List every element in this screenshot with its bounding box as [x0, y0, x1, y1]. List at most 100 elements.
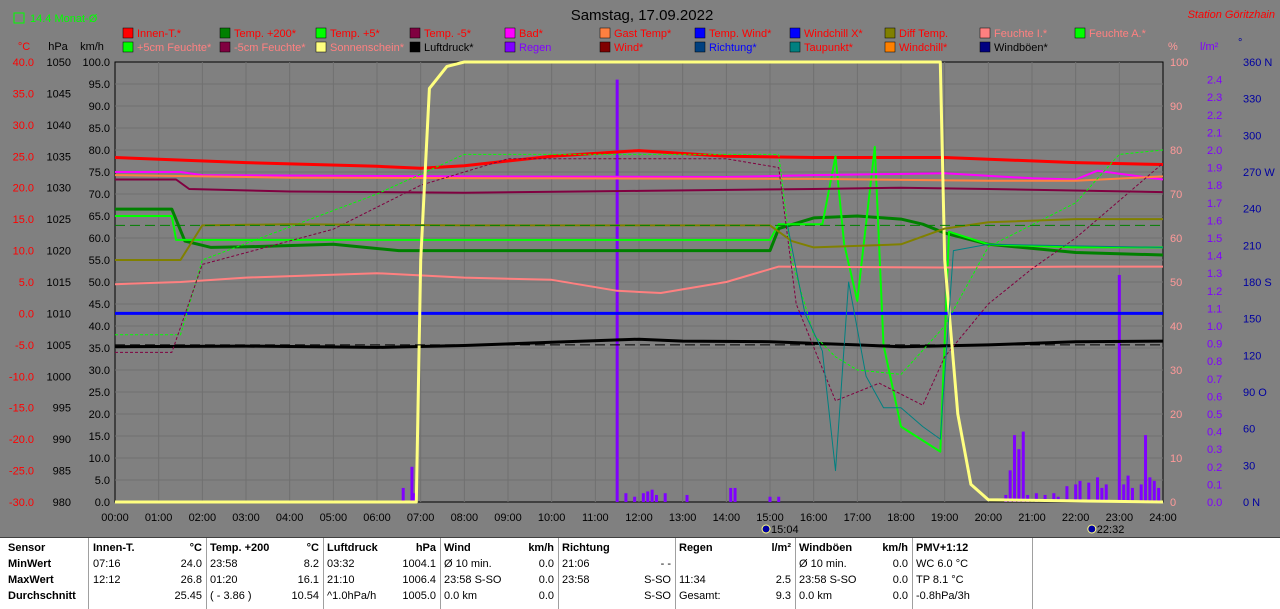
rain-axis-tick-label: 0.4 — [1207, 427, 1222, 439]
stats-cell-value: 0.0 — [538, 590, 554, 602]
chart-title: Samstag, 17.09.2022 — [571, 7, 714, 24]
wind-axis-unit: km/h — [80, 41, 104, 53]
stats-cell-label: 23:58 — [562, 574, 590, 586]
wind-axis-tick-label: 10.0 — [89, 453, 110, 465]
rain-bar — [685, 494, 689, 502]
wind-axis-tick-label: 20.0 — [89, 409, 110, 421]
temp-axis-tick-label: -25.0 — [9, 466, 34, 478]
time-tick-label: 11:00 — [582, 512, 609, 524]
pressure-axis-tick-label: 1005 — [47, 340, 71, 352]
stats-cell-label: Ø 10 min. — [799, 558, 847, 570]
legend-swatch — [409, 41, 421, 53]
pressure-axis-tick-label: 1040 — [47, 120, 71, 132]
rain-bar — [1117, 274, 1121, 502]
legend-label: Windchill* — [899, 42, 948, 54]
legend-swatch — [979, 27, 991, 39]
legend-swatch — [122, 27, 134, 39]
humidity-axis-tick-label: 30 — [1170, 365, 1182, 377]
pressure-axis-tick-label: 985 — [53, 466, 71, 478]
time-tick-label: 12:00 — [625, 512, 653, 524]
rain-bar — [1148, 477, 1152, 502]
legend-label: Bad* — [519, 28, 544, 40]
time-marker-icon — [1087, 524, 1097, 534]
pressure-axis-tick-label: 1030 — [47, 183, 71, 195]
stats-cell-value: 16.1 — [297, 574, 319, 586]
legend-label: +5cm Feuchte* — [137, 42, 212, 54]
legend-label: Sonnenschein* — [330, 42, 405, 54]
direction-axis-tick-label: 60 — [1243, 424, 1255, 436]
stats-cell-label: WC 6.0 °C — [916, 558, 969, 570]
humidity-axis-tick-label: 70 — [1170, 189, 1182, 201]
legend-label: Luftdruck* — [424, 42, 474, 54]
stats-cell-value: S-SO — [644, 574, 671, 586]
stats-column: Windböen km/h Ø 10 min. 0.0 23:58 S-SO 0.0 0.0… — [795, 538, 913, 609]
stats-label-min: MinWert — [8, 558, 52, 570]
rain-bar — [1078, 480, 1082, 502]
monthly-avg-label: 14.4 Monat-Ø — [30, 13, 98, 25]
rain-bar — [733, 487, 737, 502]
time-tick-label: 04:00 — [276, 512, 304, 524]
stats-cell-value: S-SO — [644, 590, 671, 602]
stats-cell-value: 9.3 — [775, 590, 791, 602]
pressure-axis-tick-label: 1010 — [47, 308, 71, 320]
rain-axis-tick-label: 0.1 — [1207, 479, 1222, 491]
rain-axis-tick-label: 0.7 — [1207, 374, 1222, 386]
pressure-axis-tick-label: 1025 — [47, 214, 71, 226]
rain-axis-tick-label: 0.0 — [1207, 497, 1222, 509]
legend-label: Feuchte A.* — [1089, 28, 1147, 40]
rain-bar — [777, 496, 781, 502]
time-tick-label: 24:00 — [1149, 512, 1177, 524]
time-tick-label: 00:00 — [101, 512, 129, 524]
stats-column-title: Windböen — [799, 542, 853, 554]
wind-axis-tick-label: 90.0 — [89, 101, 110, 113]
legend-label: Windböen* — [994, 42, 1049, 54]
stats-cell-label: 23:58 S-SO — [799, 574, 857, 586]
stats-cell-label: 21:10 — [327, 574, 355, 586]
time-tick-label: 14:00 — [713, 512, 741, 524]
time-marker-label: 15:04 — [771, 524, 799, 536]
time-tick-label: 07:00 — [407, 512, 435, 524]
time-tick-label: 22:00 — [1062, 512, 1090, 524]
stats-cell-value: 26.8 — [180, 574, 202, 586]
time-tick-label: 16:00 — [800, 512, 828, 524]
stats-cell-label: 21:06 — [562, 558, 590, 570]
wind-axis-tick-label: 65.0 — [89, 211, 110, 223]
direction-axis-tick-label: 150 — [1243, 314, 1261, 326]
stats-cell-label: 01:20 — [210, 574, 238, 586]
stats-cell-value: 0.0 — [892, 590, 908, 602]
legend-label: Innen-T.* — [137, 28, 182, 40]
temp-axis-tick-label: 0.0 — [19, 308, 34, 320]
temp-axis-tick-label: 15.0 — [13, 214, 34, 226]
rain-bar — [401, 487, 405, 502]
stats-panel: Sensor MinWert MaxWert Durchschnitt Inne… — [0, 537, 1280, 609]
legend-label: Gast Temp* — [614, 28, 672, 40]
stats-column-title: Innen-T. — [93, 542, 135, 554]
legend-swatch — [219, 27, 231, 39]
stats-cell-label: 0.0 km — [444, 590, 478, 602]
legend-swatch — [315, 41, 327, 53]
pressure-axis-tick-label: 1035 — [47, 151, 71, 163]
legend-label: Wind* — [614, 42, 644, 54]
legend-label: Temp. +5* — [330, 28, 381, 40]
direction-axis-tick-label: 240 — [1243, 204, 1261, 216]
direction-axis-tick-label: 300 — [1243, 130, 1261, 142]
time-marker-icon — [761, 524, 771, 534]
monthly-avg-box[interactable] — [13, 12, 25, 24]
legend-swatch — [504, 41, 516, 53]
wind-axis-tick-label: 15.0 — [89, 431, 110, 443]
stats-column: Luftdruck hPa 03:32 1004.1 21:10 1006.4 ^1.0hP… — [323, 538, 441, 609]
temp-axis-tick-label: 5.0 — [19, 277, 34, 289]
stats-cell-value: - - — [660, 558, 671, 570]
rain-axis-tick-label: 2.3 — [1207, 92, 1222, 104]
rain-bar — [1152, 480, 1156, 502]
stats-column-title: Luftdruck — [327, 542, 378, 554]
legend-swatch — [979, 41, 991, 53]
legend-label: Temp. +200* — [234, 28, 297, 40]
legend-label: Diff Temp. — [899, 28, 948, 40]
chart-legend: Innen-T.* Temp. +200* Temp. +5* Temp. -5* Ba… — [122, 27, 1147, 54]
time-tick-label: 01:00 — [145, 512, 173, 524]
time-tick-label: 09:00 — [494, 512, 522, 524]
stats-cell-value: 1005.0 — [402, 590, 436, 602]
legend-swatch — [315, 27, 327, 39]
wind-axis-tick-label: 0.0 — [95, 497, 110, 509]
